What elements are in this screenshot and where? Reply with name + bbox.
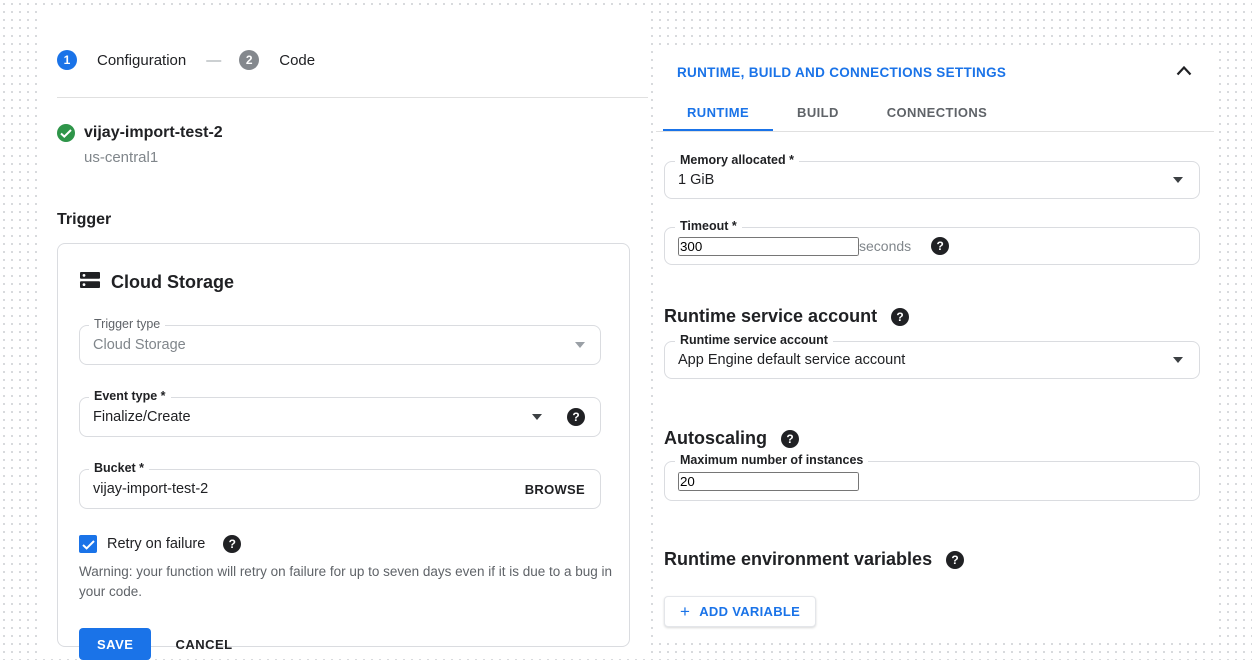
check-circle-icon — [57, 124, 75, 142]
retry-warning-text: Warning: your function will retry on fai… — [79, 562, 619, 602]
function-region: us-central1 — [84, 149, 648, 166]
function-name: vijay-import-test-2 — [84, 124, 223, 142]
event-type-field[interactable]: Event type * Finalize/Create — [79, 397, 601, 437]
configuration-panel: 1 Configuration — 2 Code vijay-import-te… — [40, 8, 648, 658]
env-vars-heading: Runtime environment variables — [664, 549, 932, 570]
step-1-badge[interactable]: 1 — [57, 50, 77, 70]
tab-runtime[interactable]: RUNTIME — [663, 96, 773, 131]
page-canvas: 1 Configuration — 2 Code vijay-import-te… — [0, 0, 1252, 658]
bucket-input[interactable] — [93, 481, 525, 497]
trigger-card-title: Cloud Storage — [111, 272, 234, 293]
runtime-service-account-field[interactable]: Runtime service account App Engine defau… — [664, 341, 1200, 379]
chevron-up-icon[interactable] — [1176, 63, 1192, 81]
timeout-label: Timeout * — [675, 219, 742, 233]
runtime-tab-content: Memory allocated * 1 GiB Timeout * secon… — [656, 161, 1214, 627]
browse-button[interactable]: BROWSE — [525, 482, 585, 497]
max-instances-label: Maximum number of instances — [675, 453, 868, 467]
memory-allocated-label: Memory allocated * — [675, 153, 799, 167]
settings-tabs: RUNTIME BUILD CONNECTIONS — [656, 96, 1214, 132]
event-type-value: Finalize/Create — [93, 409, 532, 425]
step-2-badge[interactable]: 2 — [239, 50, 259, 70]
timeout-suffix: seconds — [859, 238, 911, 254]
timeout-field: Timeout * seconds — [664, 227, 1200, 265]
event-type-help-icon[interactable] — [567, 408, 585, 426]
cancel-button[interactable]: CANCEL — [175, 637, 232, 652]
trigger-section-heading: Trigger — [57, 211, 648, 229]
step-2-label[interactable]: Code — [279, 52, 315, 69]
runtime-service-account-help-icon[interactable] — [891, 308, 909, 326]
autoscaling-heading: Autoscaling — [664, 428, 767, 449]
trigger-type-value: Cloud Storage — [93, 337, 575, 353]
retry-checkbox[interactable] — [79, 535, 97, 553]
event-type-label: Event type * — [89, 389, 171, 403]
runtime-service-account-heading: Runtime service account — [664, 306, 877, 327]
chevron-down-icon — [1173, 357, 1183, 363]
timeout-help-icon[interactable] — [931, 237, 949, 255]
step-1-label[interactable]: Configuration — [97, 52, 186, 69]
add-variable-button[interactable]: ADD VARIABLE — [664, 596, 816, 627]
stepper-divider — [57, 97, 648, 98]
step-separator: — — [206, 52, 221, 69]
env-vars-heading-row: Runtime environment variables — [664, 549, 1200, 570]
trigger-type-label: Trigger type — [89, 317, 165, 331]
runtime-service-account-value: App Engine default service account — [678, 352, 1173, 368]
runtime-service-account-heading-row: Runtime service account — [664, 306, 1200, 327]
bucket-label: Bucket * — [89, 461, 149, 475]
function-name-row: vijay-import-test-2 — [57, 124, 648, 142]
trigger-type-field: Trigger type Cloud Storage — [79, 325, 601, 365]
autoscaling-help-icon[interactable] — [781, 430, 799, 448]
chevron-down-icon — [1173, 177, 1183, 183]
memory-allocated-field[interactable]: Memory allocated * 1 GiB — [664, 161, 1200, 199]
step-2[interactable]: 2 Code — [239, 50, 315, 70]
settings-header-title: RUNTIME, BUILD AND CONNECTIONS SETTINGS — [677, 65, 1176, 80]
trigger-card-actions: SAVE CANCEL — [79, 628, 629, 660]
tab-connections[interactable]: CONNECTIONS — [863, 96, 1011, 131]
chevron-down-icon — [575, 342, 585, 348]
max-instances-field: Maximum number of instances — [664, 461, 1200, 501]
retry-label: Retry on failure — [107, 536, 205, 552]
retry-row: Retry on failure — [79, 535, 629, 553]
runtime-settings-panel: RUNTIME, BUILD AND CONNECTIONS SETTINGS … — [656, 48, 1214, 640]
runtime-service-account-label: Runtime service account — [675, 333, 833, 347]
trigger-card: Cloud Storage Trigger type Cloud Storage… — [57, 243, 630, 647]
autoscaling-heading-row: Autoscaling — [664, 428, 1200, 449]
save-button[interactable]: SAVE — [79, 628, 151, 660]
bucket-field: Bucket * BROWSE — [79, 469, 601, 509]
trigger-card-title-row: Cloud Storage — [79, 271, 629, 294]
stepper: 1 Configuration — 2 Code — [57, 50, 648, 70]
retry-help-icon[interactable] — [223, 535, 241, 553]
add-variable-label: ADD VARIABLE — [699, 604, 800, 619]
timeout-input[interactable] — [678, 237, 859, 256]
settings-collapse-header[interactable]: RUNTIME, BUILD AND CONNECTIONS SETTINGS — [656, 48, 1214, 96]
env-vars-help-icon[interactable] — [946, 551, 964, 569]
cloud-storage-icon — [79, 271, 101, 294]
plus-icon — [680, 603, 690, 620]
memory-allocated-value: 1 GiB — [678, 172, 1173, 188]
chevron-down-icon — [532, 414, 542, 420]
tab-build[interactable]: BUILD — [773, 96, 863, 131]
max-instances-input[interactable] — [678, 472, 859, 491]
